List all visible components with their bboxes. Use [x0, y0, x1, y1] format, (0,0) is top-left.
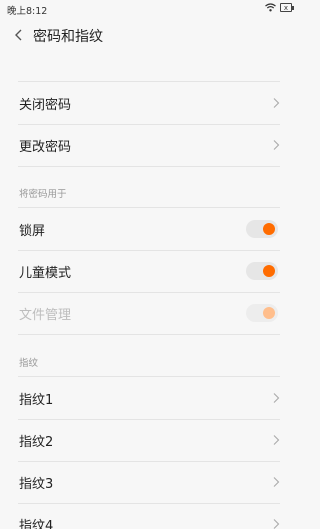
row-label: 指纹2	[19, 435, 54, 450]
file-manager-row: 文件管理	[0, 292, 298, 334]
battery-icon: x	[280, 3, 294, 12]
status-time: 晚上8:12	[7, 6, 48, 17]
row-label: 儿童模式	[19, 266, 72, 281]
wifi-icon	[265, 3, 276, 12]
kids-mode-row: 儿童模式	[0, 250, 298, 292]
section-header-use-password: 将密码用于	[19, 189, 67, 200]
section-header-fingerprint: 指纹	[19, 358, 39, 369]
row-label: 锁屏	[19, 224, 46, 239]
divider	[18, 334, 280, 335]
row-label: 指纹3	[19, 477, 54, 492]
row-label: 更改密码	[19, 140, 72, 155]
close-password-row[interactable]: 关闭密码	[0, 82, 298, 124]
back-arrow-icon[interactable]	[12, 28, 26, 42]
kids-mode-toggle[interactable]	[246, 262, 278, 280]
header: 密码和指纹	[0, 17, 298, 54]
chevron-right-icon	[273, 477, 280, 487]
row-label: 指纹1	[19, 393, 54, 408]
page-title: 密码和指纹	[33, 29, 103, 45]
chevron-right-icon	[273, 140, 280, 150]
fingerprint-row-2[interactable]: 指纹2	[0, 419, 298, 461]
divider	[18, 166, 280, 167]
change-password-row[interactable]: 更改密码	[0, 124, 298, 166]
fingerprint-row-3[interactable]: 指纹3	[0, 461, 298, 503]
chevron-right-icon	[273, 393, 280, 403]
file-manager-toggle	[246, 304, 278, 322]
chevron-right-icon	[273, 435, 280, 445]
row-label: 关闭密码	[19, 98, 72, 113]
toggle-knob	[263, 223, 275, 235]
lock-screen-row: 锁屏	[0, 208, 298, 250]
chevron-right-icon	[273, 519, 280, 529]
fingerprint-row-1[interactable]: 指纹1	[0, 377, 298, 419]
status-icons: x	[265, 3, 294, 12]
status-bar: 晚上8:12 x	[0, 0, 298, 17]
lock-screen-toggle[interactable]	[246, 220, 278, 238]
row-label: 文件管理	[19, 308, 72, 323]
row-label: 指纹4	[19, 519, 54, 529]
toggle-knob	[263, 307, 275, 319]
chevron-right-icon	[273, 98, 280, 108]
toggle-knob	[263, 265, 275, 277]
fingerprint-row-4[interactable]: 指纹4	[0, 503, 298, 529]
